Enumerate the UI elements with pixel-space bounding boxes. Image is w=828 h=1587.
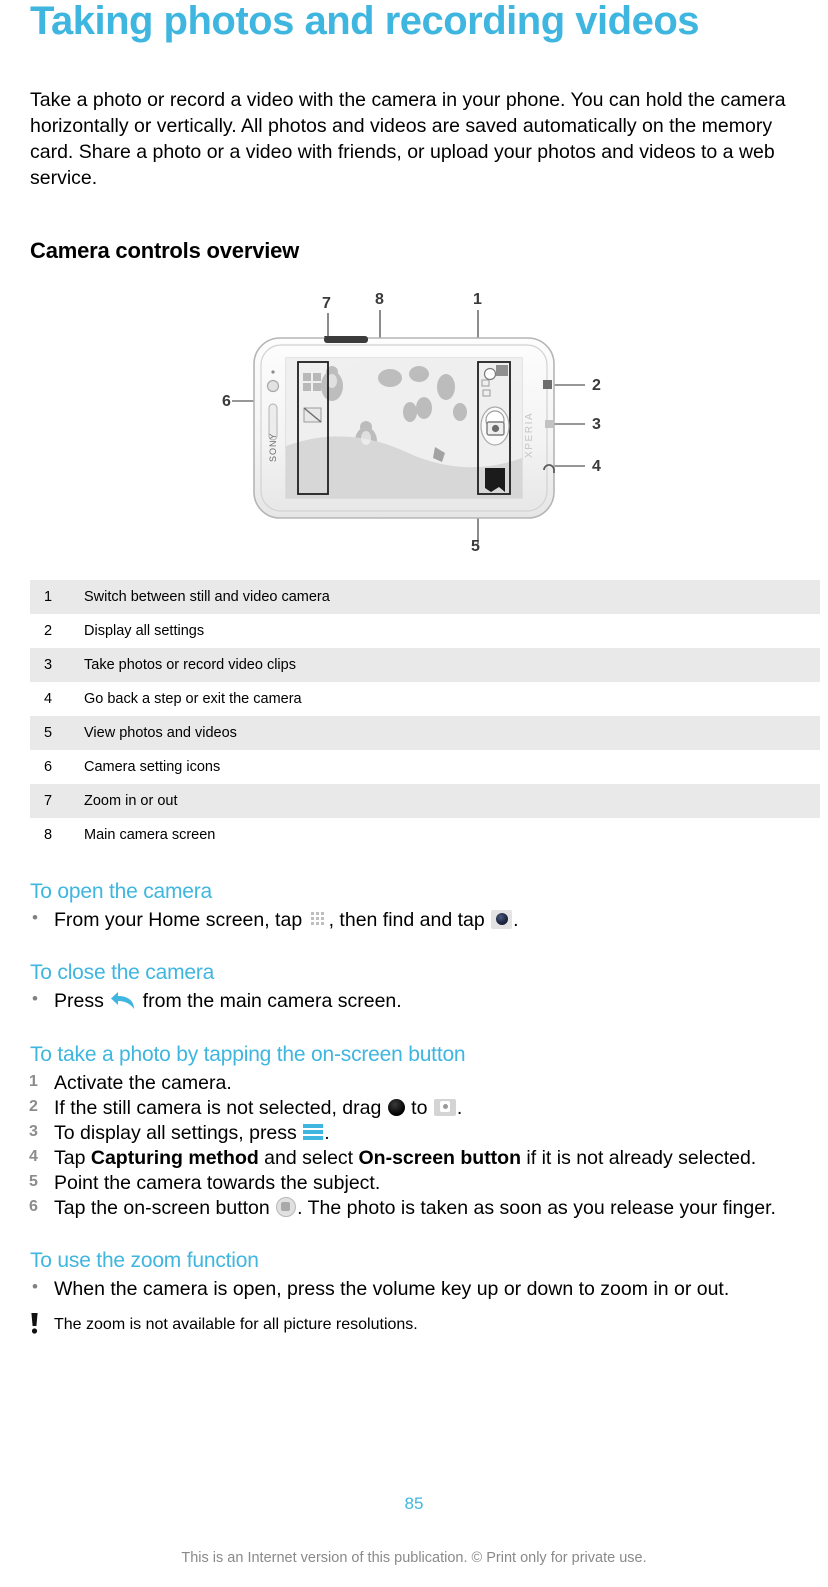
callout-row-number: 4 (44, 690, 53, 707)
menu-bars-icon[interactable] (303, 1123, 324, 1141)
table-row: 8 Main camera screen (30, 817, 820, 852)
camera-mode-icon[interactable] (433, 1099, 456, 1117)
camera-lens-icon[interactable] (491, 909, 513, 929)
volume-key[interactable] (324, 335, 368, 343)
close-camera-text-1: Press (54, 990, 110, 1013)
callout-row-number: 3 (44, 656, 53, 673)
close-camera-list: Press from the main camera screen. (30, 988, 798, 1015)
step-1-text: Activate the camera. (54, 1072, 232, 1095)
page-number: 85 (404, 1494, 424, 1513)
callout-label-3: 3 (592, 416, 601, 433)
list-item: To display all settings, press . (29, 1121, 798, 1146)
step-4-bold-capturing-method: Capturing method (90, 1147, 259, 1170)
app-grid-icon[interactable] (308, 909, 328, 929)
step-2-mid: to (405, 1097, 433, 1120)
table-row: 7 Zoom in or out (30, 783, 820, 818)
list-item: Press from the main camera screen. (30, 988, 798, 1015)
menu-key[interactable] (543, 379, 552, 389)
list-item: Tap the on-screen button . The photo is … (29, 1196, 798, 1221)
step-2-pre: If the still camera is not selected, dra… (54, 1097, 387, 1120)
list-item: When the camera is open, press the volum… (30, 1276, 798, 1303)
callout-label-1: 1 (473, 291, 482, 308)
callout-row-number: 7 (44, 792, 53, 809)
shutter-button-icon[interactable] (276, 1196, 297, 1217)
callout-row-desc: Display all settings (84, 622, 205, 639)
footer-notice: This is an Internet version of this publ… (181, 1550, 647, 1566)
open-camera-text-3: . (513, 908, 519, 931)
callout-row-desc: Take photos or record video clips (84, 656, 296, 673)
step-3-post: . (324, 1122, 330, 1145)
open-camera-list: From your Home screen, tap , then find a… (30, 907, 798, 934)
callout-row-desc: Switch between still and video camera (84, 588, 330, 605)
exclamation-icon (31, 1312, 38, 1334)
take-photo-steps: Activate the camera. If the still camera… (29, 1071, 798, 1221)
heading-close-camera: To close the camera (30, 961, 215, 985)
setting-icon-flash-off[interactable] (303, 407, 322, 423)
step-4-post: if it is not already selected. (521, 1147, 757, 1170)
open-camera-text-1: From your Home screen, tap (54, 908, 308, 931)
heading-zoom-function: To use the zoom function (30, 1248, 259, 1272)
step-3-pre: To display all settings, press (54, 1122, 303, 1145)
callout-row-number: 8 (44, 826, 53, 843)
camera-controls-figure: 7 8 1 2 3 4 5 6 SONY XPERIA (30, 264, 798, 558)
callout-row-number: 1 (44, 588, 53, 605)
list-item: From your Home screen, tap , then find a… (30, 907, 798, 934)
callout-row-desc: Main camera screen (84, 826, 216, 843)
step-2-post: . (456, 1097, 463, 1120)
callout-label-5: 5 (471, 538, 480, 555)
note-text: The zoom is not available for all pictur… (54, 1315, 418, 1333)
callout-table: 1 Switch between still and video camera … (30, 579, 820, 852)
home-key[interactable] (545, 419, 553, 428)
step-4-bold-onscreen-button: On-screen button (358, 1147, 522, 1170)
shutter-button[interactable] (480, 406, 510, 446)
zoom-function-list: When the camera is open, press the volum… (30, 1276, 798, 1303)
section-heading: Camera controls overview (30, 237, 300, 263)
table-row: 6 Camera setting icons (30, 749, 820, 784)
callout-row-number: 2 (44, 622, 53, 639)
left-bezel-details: SONY (266, 370, 280, 462)
page-title: Taking photos and recording videos (30, 0, 700, 43)
callout-row-number: 5 (44, 724, 53, 741)
table-row: 4 Go back a step or exit the camera (30, 681, 820, 716)
page: Taking photos and recording videos Take … (0, 0, 828, 1587)
callout-row-number: 6 (44, 758, 53, 775)
table-row: 2 Display all settings (30, 613, 820, 648)
back-arrow-icon[interactable] (110, 991, 136, 1011)
step-5-text: Point the camera towards the subject. (54, 1171, 381, 1194)
callout-label-4: 4 (592, 458, 601, 475)
step-6-post: . The photo is taken as soon as you rele… (297, 1196, 776, 1219)
phone-diagram-svg: 7 8 1 2 3 4 5 6 SONY XPERIA (222, 291, 601, 555)
list-item: Tap Capturing method and select On-scree… (29, 1146, 798, 1171)
step-4-mid: and select (258, 1147, 359, 1170)
sony-brand-label: SONY (268, 432, 278, 462)
xperia-brand-label: XPERIA (524, 411, 535, 457)
heading-open-camera: To open the camera (30, 879, 213, 903)
note-block: The zoom is not available for all pictur… (30, 1303, 798, 1336)
callout-label-2: 2 (592, 377, 601, 394)
open-camera-text-2: , then find and tap (328, 908, 491, 931)
gallery-thumbnail[interactable] (485, 467, 505, 492)
list-item: Activate the camera. (29, 1071, 798, 1096)
callout-row-desc: Go back a step or exit the camera (84, 690, 302, 707)
callout-row-desc: Camera setting icons (84, 758, 221, 775)
callout-label-6: 6 (222, 393, 231, 410)
intro-paragraph: Take a photo or record a video with the … (30, 89, 786, 189)
callout-label-7: 7 (322, 295, 331, 312)
callout-row-desc: Zoom in or out (84, 792, 178, 809)
list-item: If the still camera is not selected, dra… (29, 1096, 798, 1121)
list-item: Point the camera towards the subject. (29, 1171, 798, 1196)
step-4-pre: Tap (54, 1147, 91, 1170)
step-6-pre: Tap the on-screen button (54, 1196, 276, 1219)
callout-row-desc: View photos and videos (84, 724, 237, 741)
callout-label-8: 8 (375, 291, 384, 308)
table-row: 5 View photos and videos (30, 715, 820, 750)
close-camera-text-2: from the main camera screen. (137, 990, 402, 1013)
heading-take-photo: To take a photo by tapping the on-screen… (30, 1043, 466, 1067)
black-dot-icon[interactable] (387, 1099, 405, 1117)
table-row: 1 Switch between still and video camera (30, 579, 820, 614)
table-row: 3 Take photos or record video clips (30, 647, 820, 682)
